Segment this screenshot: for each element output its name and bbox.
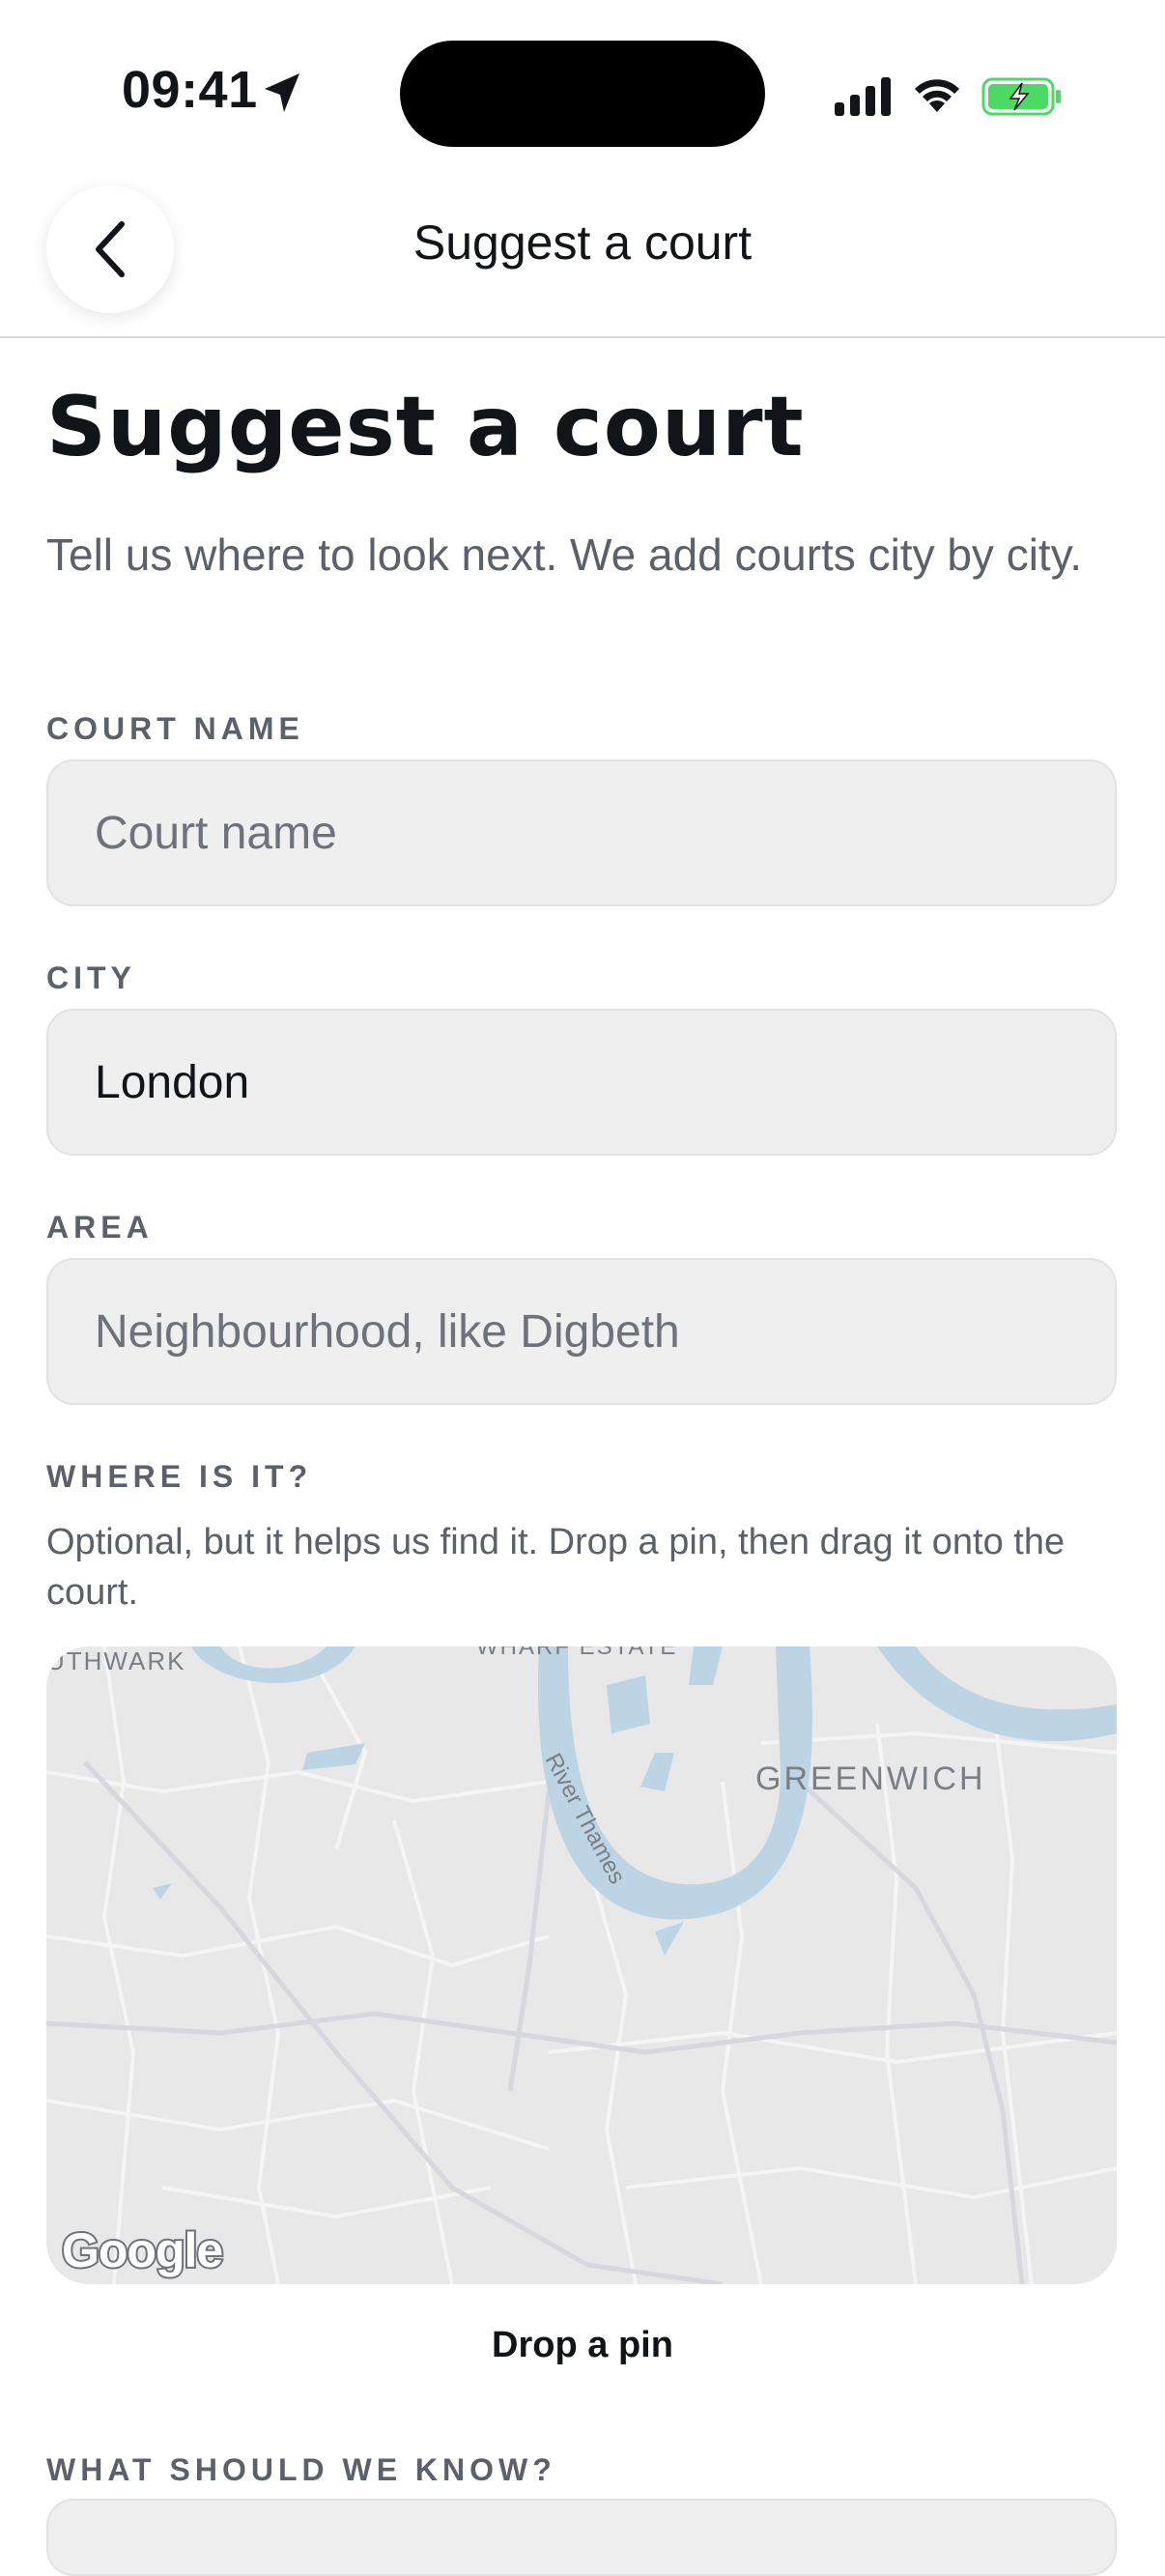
nav-divider bbox=[0, 336, 1165, 338]
location-help: Optional, but it helps us find it. Drop … bbox=[46, 1522, 1066, 1613]
notes-field[interactable] bbox=[46, 2499, 1117, 2576]
city-field[interactable] bbox=[46, 1009, 1117, 1156]
area-label: AREA bbox=[46, 1210, 154, 1245]
court-name-label: COURT NAME bbox=[46, 711, 304, 746]
map-label-wharf: WHARF ESTATE bbox=[476, 1646, 677, 1660]
battery-charging-icon bbox=[981, 77, 1061, 116]
page-title: Suggest a court bbox=[46, 379, 805, 475]
notes-label: WHAT SHOULD WE KNOW? bbox=[46, 2452, 556, 2487]
wifi-icon bbox=[915, 79, 959, 112]
city-input[interactable] bbox=[48, 1011, 1115, 1154]
area-field[interactable] bbox=[46, 1258, 1117, 1405]
map-label-southwark: UTHWARK bbox=[46, 1646, 185, 1675]
area-input[interactable] bbox=[48, 1260, 1115, 1403]
location-map[interactable]: UTHWARK WHARF ESTATE GREENWICH River Tha… bbox=[46, 1646, 1117, 2284]
status-time: 09:41 bbox=[122, 61, 258, 119]
nav-title: Suggest a court bbox=[412, 215, 753, 270]
cellular-signal-icon bbox=[835, 77, 891, 116]
court-name-field[interactable] bbox=[46, 759, 1117, 906]
city-label: CITY bbox=[46, 960, 136, 995]
court-name-input[interactable] bbox=[48, 761, 1115, 904]
google-logo: Google bbox=[62, 2223, 222, 2277]
drop-pin-button[interactable]: Drop a pin bbox=[0, 2325, 1165, 2366]
map-canvas[interactable]: UTHWARK WHARF ESTATE GREENWICH River Tha… bbox=[46, 1646, 1117, 2284]
location-label: WHERE IS IT? bbox=[46, 1459, 313, 1494]
location-arrow-icon bbox=[265, 73, 299, 112]
page-intro: Tell us where to look next. We add court… bbox=[46, 530, 1083, 580]
dynamic-island bbox=[400, 41, 765, 147]
map-label-greenwich: GREENWICH bbox=[755, 1760, 986, 1797]
